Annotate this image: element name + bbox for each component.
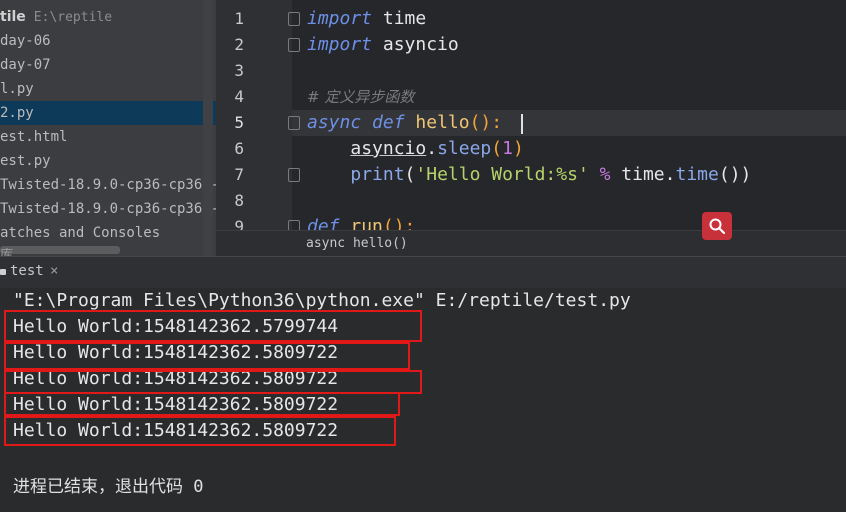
code-line-4: # 定义异步函数	[307, 84, 414, 110]
tree-item-test-html[interactable]: est.html	[0, 125, 67, 149]
tree-item-label: est.py	[0, 153, 51, 169]
code-line-2: import asyncio	[307, 32, 459, 58]
tab-run-test[interactable]: test	[10, 263, 44, 279]
identifier: time	[372, 8, 427, 29]
project-root[interactable]: tile E:\reptile	[0, 5, 112, 29]
keyword: async	[307, 112, 362, 133]
fold-marker-icon[interactable]	[288, 116, 300, 130]
run-console[interactable]: "E:\Program Files\Python36\python.exe" E…	[0, 288, 846, 512]
code-line-6: asyncio.sleep(1)	[307, 136, 524, 162]
code-line-1: import time	[307, 6, 426, 32]
project-tool-window: tile E:\reptile day-06 day-07 l.py 2.py e…	[0, 0, 216, 256]
keyword: import	[307, 8, 373, 29]
builtin-name: print	[350, 164, 405, 185]
highlight-box	[4, 392, 400, 416]
line-number: 5	[234, 113, 244, 132]
function-name: hello	[415, 112, 470, 133]
tree-item-label: 2.py	[0, 105, 34, 121]
tree-item-label: l.py	[0, 81, 34, 97]
tree-item-twisted-2[interactable]: Twisted-18.9.0-cp36-cp36m-wi	[0, 197, 216, 221]
line-number: 4	[234, 87, 244, 106]
project-root-label: tile	[0, 9, 26, 25]
tree-item-day-06[interactable]: day-06	[0, 29, 51, 53]
tree-item-2-py[interactable]: 2.py	[0, 101, 216, 125]
line-number: 6	[234, 139, 244, 158]
punctuation: .	[664, 164, 676, 185]
tree-item-scratches[interactable]: atches and Consoles	[0, 221, 160, 245]
line-number: 7	[234, 165, 244, 184]
method-name: sleep	[437, 138, 492, 159]
operator: %	[588, 164, 622, 185]
comment: # 定义异步函数	[307, 88, 415, 106]
highlight-box	[4, 342, 410, 370]
highlight-box	[4, 416, 396, 446]
close-icon[interactable]: ×	[50, 263, 58, 279]
breadcrumb[interactable]: async hello()	[216, 230, 846, 256]
highlight-box	[4, 310, 422, 342]
string-literal: 'Hello World:%s'	[415, 164, 589, 185]
fold-marker-icon[interactable]	[288, 168, 300, 182]
run-config-icon	[0, 269, 6, 275]
line-number: 8	[234, 191, 244, 210]
punctuation: (	[404, 164, 416, 185]
tree-item-label: est.html	[0, 129, 68, 145]
line-number: 2	[234, 35, 244, 54]
punctuation: (	[491, 138, 503, 159]
tree-item-label: day-06	[0, 33, 51, 49]
text-caret	[521, 114, 523, 134]
tree-item-label: Twisted-18.9.0-cp36-cp36m-wi	[0, 201, 216, 217]
search-button[interactable]	[702, 212, 732, 240]
line-number: 3	[234, 61, 244, 80]
breadcrumb-label: async hello()	[306, 236, 408, 251]
code-line-7: print('Hello World:%s' % time.time())	[307, 162, 751, 188]
identifier: asyncio	[350, 138, 427, 159]
keyword: import	[307, 34, 373, 55]
punctuation: .	[426, 138, 438, 159]
search-icon	[709, 218, 726, 235]
tree-item-label: day-07	[0, 57, 51, 73]
code-editor[interactable]: 1 2 3 4 5 6 7 8 9 import time import asy…	[216, 0, 846, 256]
tree-item-test-py[interactable]: est.py	[0, 149, 51, 173]
tree-item-day-07[interactable]: day-07	[0, 53, 51, 77]
punctuation: )	[512, 138, 524, 159]
fold-marker-icon[interactable]	[288, 38, 300, 52]
number-literal: 1	[502, 138, 513, 159]
project-root-path: E:\reptile	[33, 10, 113, 25]
method-name: time	[675, 164, 719, 185]
process-exit-message: 进程已结束，退出代码 0	[13, 477, 204, 497]
tree-item-twisted-1[interactable]: Twisted-18.9.0-cp36-cp36m-wi	[0, 173, 216, 197]
fold-marker-icon[interactable]	[288, 12, 300, 26]
tree-item-1-py[interactable]: l.py	[0, 77, 34, 101]
tree-item-cut-label: 库	[0, 248, 14, 256]
punctuation: ())	[718, 164, 752, 185]
tree-item-label: Twisted-18.9.0-cp36-cp36m-wi	[0, 177, 216, 193]
highlight-box	[4, 370, 422, 394]
identifier: asyncio	[372, 34, 459, 55]
identifier: time	[621, 164, 665, 185]
punctuation: ():	[469, 112, 503, 133]
line-number: 1	[234, 9, 244, 28]
project-horizontal-scrollbar[interactable]	[0, 246, 120, 254]
code-line-5: async def hello():	[307, 110, 502, 136]
project-vertical-scrollbar[interactable]	[203, 0, 213, 256]
tree-item-label: atches and Consoles	[0, 225, 161, 241]
run-tool-header: test ×	[0, 256, 846, 289]
keyword: def	[372, 112, 405, 133]
